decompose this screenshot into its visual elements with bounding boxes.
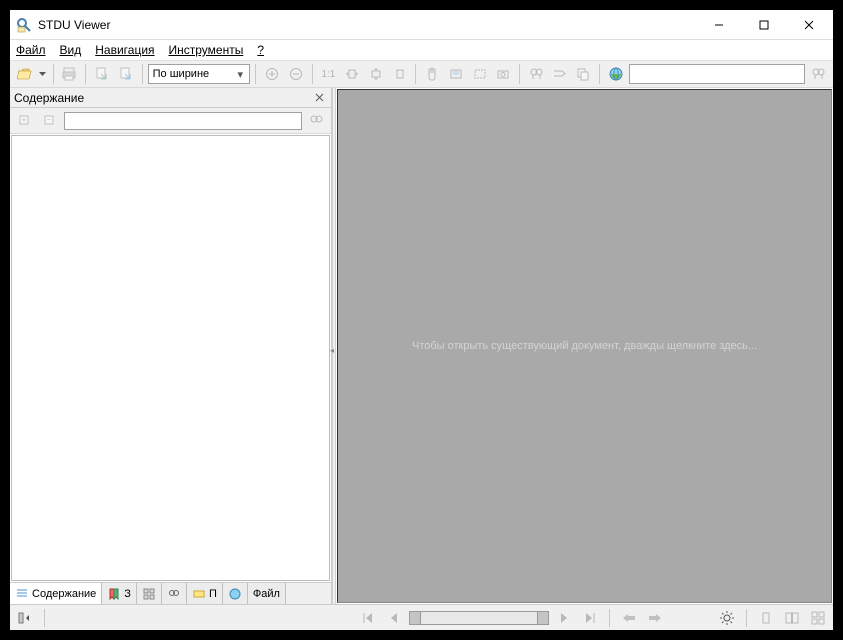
tab-files[interactable]: Файл	[248, 583, 286, 604]
close-button[interactable]	[786, 11, 831, 39]
menu-help[interactable]: ?	[257, 43, 264, 57]
toggle-sidebar-button[interactable]	[14, 607, 36, 629]
export-text-button[interactable]	[91, 63, 113, 85]
print-button[interactable]	[59, 63, 81, 85]
menu-navigation[interactable]: Навигация	[95, 43, 154, 57]
expand-all-button[interactable]: +	[14, 110, 36, 132]
menu-tools[interactable]: Инструменты	[169, 43, 244, 57]
find-button[interactable]	[525, 63, 547, 85]
settings-button[interactable]	[605, 63, 627, 85]
zoom-out-button[interactable]	[285, 63, 307, 85]
menu-view[interactable]: Вид	[60, 43, 82, 57]
page-scrollbar[interactable]	[409, 611, 549, 625]
collapse-all-button[interactable]: −	[39, 110, 61, 132]
nav-back-button[interactable]	[618, 607, 640, 629]
tab-search[interactable]	[162, 583, 187, 604]
actual-size-button[interactable]: 1:1	[318, 63, 340, 85]
first-page-button[interactable]	[357, 607, 379, 629]
two-page-button[interactable]	[781, 607, 803, 629]
highlight-icon	[192, 587, 206, 601]
single-page-button[interactable]	[755, 607, 777, 629]
zoom-combo[interactable]: По ширине ▾	[148, 64, 251, 84]
maximize-button[interactable]	[741, 11, 786, 39]
open-button[interactable]	[14, 63, 36, 85]
prev-page-button[interactable]	[383, 607, 405, 629]
document-area[interactable]: Чтобы открыть существующий документ, два…	[337, 89, 832, 603]
bookmark-icon	[107, 587, 121, 601]
brightness-button[interactable]	[716, 607, 738, 629]
info-icon	[228, 587, 242, 601]
tab-thumbnails[interactable]	[137, 583, 162, 604]
sidebar-close-button[interactable]	[311, 90, 327, 106]
tab-highlights[interactable]: П	[187, 583, 223, 604]
quick-search-go-button[interactable]	[807, 63, 829, 85]
minimize-button[interactable]	[696, 11, 741, 39]
tab-info[interactable]	[223, 583, 248, 604]
tab-bookmarks[interactable]: З	[102, 583, 137, 604]
next-page-button[interactable]	[553, 607, 575, 629]
sidebar-title: Содержание	[14, 91, 84, 105]
app-icon	[16, 17, 32, 33]
list-icon	[15, 587, 29, 601]
tab-contents[interactable]: Содержание	[10, 583, 102, 604]
zoom-value: По ширине	[153, 68, 210, 80]
svg-text:−: −	[47, 115, 52, 124]
fit-width-button[interactable]	[341, 63, 363, 85]
zoom-in-button[interactable]	[261, 63, 283, 85]
find-next-button[interactable]	[549, 63, 571, 85]
svg-text:+: +	[22, 115, 27, 124]
menu-file[interactable]: Файл	[16, 43, 46, 57]
nav-forward-button[interactable]	[644, 607, 666, 629]
sidebar-search-button[interactable]	[305, 110, 327, 132]
quick-search-input[interactable]	[629, 64, 805, 84]
continuous-button[interactable]	[807, 607, 829, 629]
fit-page-button[interactable]	[389, 63, 411, 85]
sidebar-search-input[interactable]	[64, 112, 302, 130]
select-image-button[interactable]	[469, 63, 491, 85]
binoculars-icon	[167, 587, 181, 601]
hand-tool-button[interactable]	[421, 63, 443, 85]
last-page-button[interactable]	[579, 607, 601, 629]
select-text-button[interactable]	[445, 63, 467, 85]
grid-icon	[142, 587, 156, 601]
snapshot-button[interactable]	[492, 63, 514, 85]
copy-button[interactable]	[573, 63, 595, 85]
open-dropdown[interactable]	[38, 63, 48, 85]
export-image-button[interactable]	[115, 63, 137, 85]
window-title: STDU Viewer	[38, 18, 110, 32]
sidebar-content-tree[interactable]	[11, 135, 330, 581]
splitter[interactable]	[332, 88, 336, 604]
fit-height-button[interactable]	[365, 63, 387, 85]
chevron-down-icon: ▾	[233, 68, 247, 81]
empty-hint: Чтобы открыть существующий документ, два…	[412, 340, 757, 352]
